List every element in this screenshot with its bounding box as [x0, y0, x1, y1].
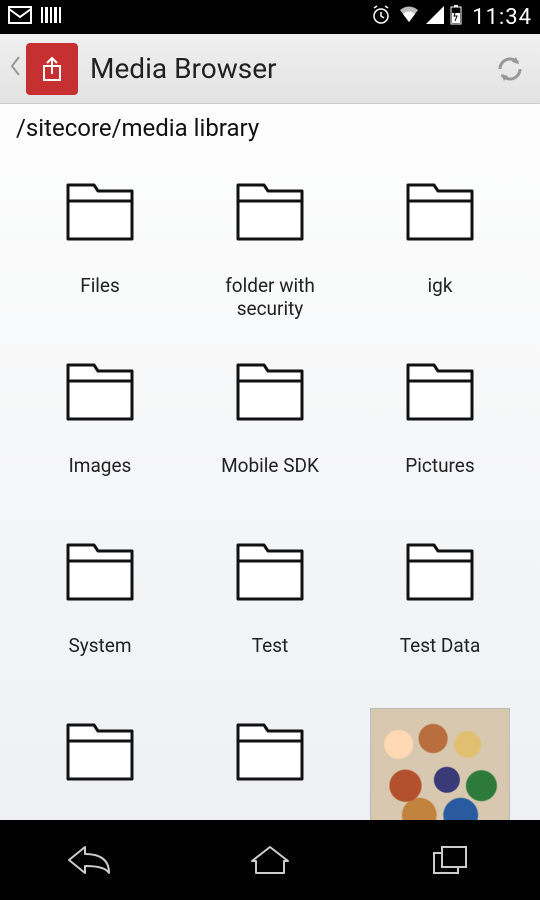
item-label: folder with security: [195, 274, 345, 320]
folder-item[interactable]: folder with security: [190, 158, 350, 328]
folder-item[interactable]: igk: [360, 158, 520, 328]
nav-back-button[interactable]: [50, 835, 130, 885]
mail-icon: [8, 5, 32, 30]
folder-item[interactable]: System: [20, 518, 180, 688]
alarm-icon: [370, 4, 392, 31]
page-title: Media Browser: [90, 52, 488, 85]
folder-icon: [230, 358, 310, 426]
folder-icon: [400, 358, 480, 426]
folder-icon: [400, 538, 480, 606]
folder-icon: [400, 178, 480, 246]
wifi-icon: [398, 5, 420, 30]
folder-icon: [60, 718, 140, 786]
folder-icon: [230, 538, 310, 606]
folder-item[interactable]: [190, 698, 350, 820]
item-label: Images: [69, 454, 132, 477]
status-right: 11:34: [370, 4, 532, 31]
folder-item[interactable]: Pictures: [360, 338, 520, 508]
content-area: /sitecore/media library Files folder wit…: [0, 104, 540, 820]
image-thumbnail: [370, 708, 510, 820]
item-label: Test: [252, 634, 289, 657]
status-time: 11:34: [472, 5, 532, 30]
folder-item[interactable]: [20, 698, 180, 820]
folder-item[interactable]: Images: [20, 338, 180, 508]
folder-item[interactable]: Mobile SDK: [190, 338, 350, 508]
item-label: System: [68, 634, 131, 657]
folder-icon: [230, 718, 310, 786]
barcode-icon: [40, 5, 64, 30]
system-nav-bar: [0, 820, 540, 900]
breadcrumb: /sitecore/media library: [0, 104, 540, 148]
item-label: Mobile SDK: [221, 454, 319, 477]
folder-item[interactable]: Files: [20, 158, 180, 328]
folder-icon: [60, 358, 140, 426]
item-label: Files: [80, 274, 120, 297]
folder-icon: [230, 178, 310, 246]
image-item[interactable]: [360, 698, 520, 820]
status-bar: 11:34: [0, 0, 540, 34]
item-label: Test Data: [400, 634, 481, 657]
item-label: igk: [428, 274, 453, 297]
item-label: Pictures: [405, 454, 474, 477]
folder-icon: [60, 178, 140, 246]
nav-home-button[interactable]: [230, 835, 310, 885]
media-grid: Files folder with security igk Images Mo…: [0, 148, 540, 820]
folder-item[interactable]: Test Data: [360, 518, 520, 688]
back-button[interactable]: [8, 54, 22, 84]
status-left: [8, 5, 64, 30]
folder-icon: [60, 538, 140, 606]
refresh-button[interactable]: [488, 47, 532, 91]
folder-item[interactable]: Test: [190, 518, 350, 688]
app-header: Media Browser: [0, 34, 540, 104]
signal-icon: [426, 5, 444, 29]
battery-icon: [450, 5, 462, 30]
nav-recent-button[interactable]: [410, 835, 490, 885]
app-icon[interactable]: [26, 43, 78, 95]
